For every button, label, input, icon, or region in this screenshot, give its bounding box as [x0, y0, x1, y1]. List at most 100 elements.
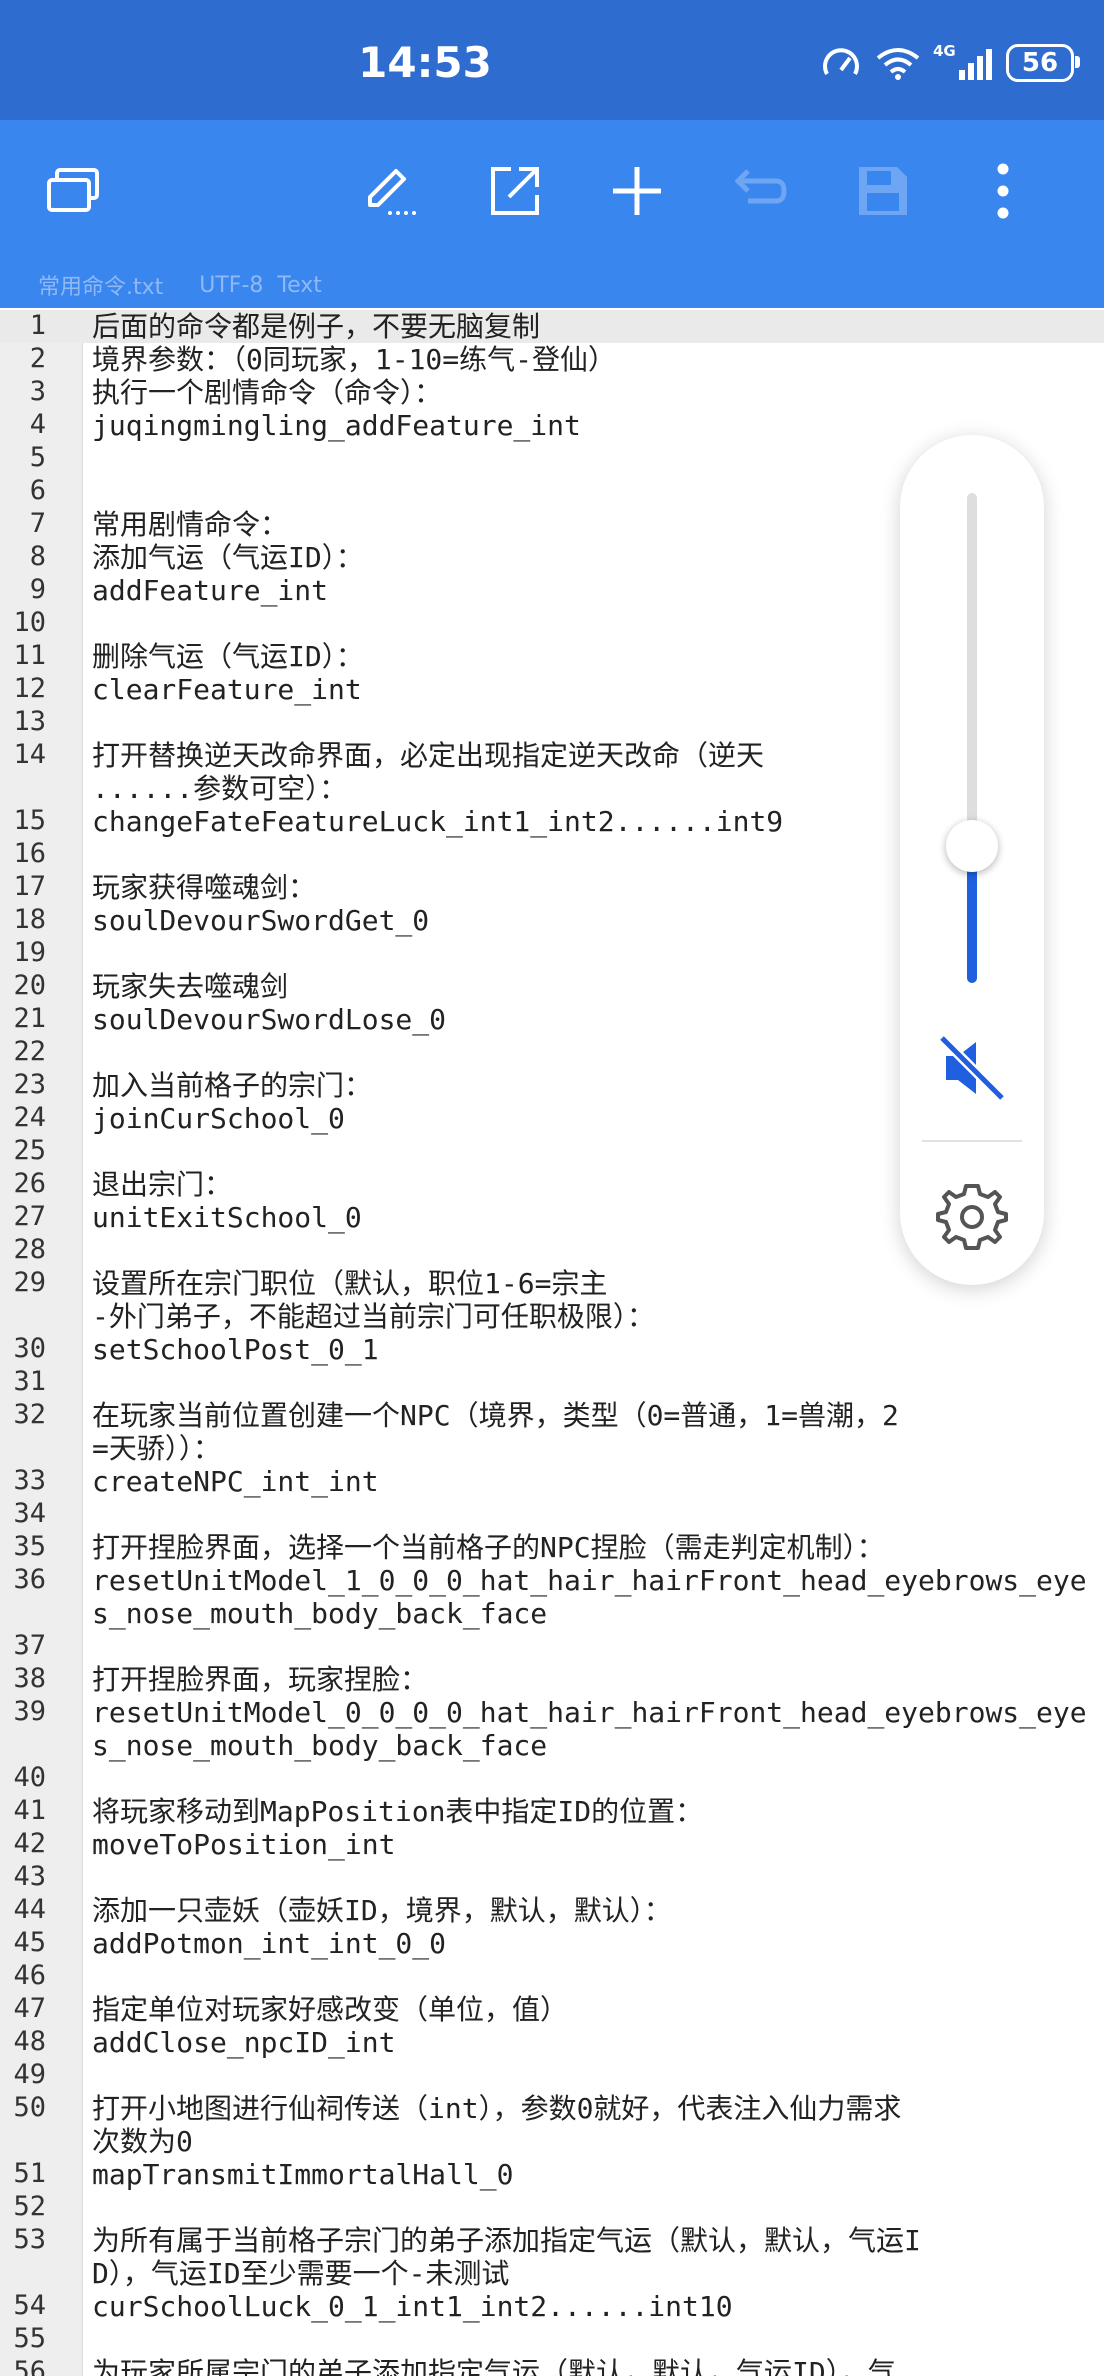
line-text: 指定单位对玩家好感改变（单位，值）	[92, 1993, 569, 2026]
editor-line[interactable]: 1 后面的命令都是例子，不要无脑复制	[0, 310, 1104, 343]
line-number: 18	[13, 904, 46, 935]
file-encoding: UTF-8	[199, 272, 264, 298]
line-text: curSchoolLuck_0_1_int1_int2......int10	[92, 2290, 733, 2323]
line-number: 52	[13, 2191, 46, 2222]
editor-line[interactable]: 52	[0, 2191, 1104, 2224]
add-button[interactable]	[602, 156, 672, 226]
editor-line[interactable]: 45 addPotmon_int_int_0_0	[0, 1927, 1104, 1960]
editor-line[interactable]: 44 添加一只壶妖（壶妖ID，境界，默认，默认）：	[0, 1894, 1104, 1927]
add-icon	[613, 167, 661, 215]
editor-line[interactable]: 54 curSchoolLuck_0_1_int1_int2......int10	[0, 2290, 1104, 2323]
editor-line[interactable]: 39 resetUnitModel_0_0_0_0_hat_hair_hairFr…	[0, 1696, 1104, 1762]
status-time: 14:53	[358, 38, 492, 87]
line-number: 28	[13, 1234, 46, 1265]
line-number: 36	[13, 1564, 46, 1595]
line-number: 30	[13, 1333, 46, 1364]
editor-line[interactable]: 30 setSchoolPost_0_1	[0, 1333, 1104, 1366]
line-number: 19	[13, 937, 46, 968]
sound-settings-button[interactable]	[936, 1180, 1008, 1252]
line-number: 25	[13, 1135, 46, 1166]
editor-line[interactable]: 31	[0, 1366, 1104, 1399]
editor-line[interactable]: 53 为所有属于当前格子宗门的弟子添加指定气运（默认，默认，气运I D），气运ID…	[0, 2224, 1104, 2290]
line-number: 31	[13, 1366, 46, 1397]
undo-button[interactable]	[725, 156, 795, 226]
editor-line[interactable]: 2 境界参数：（0同玩家，1-10=练气-登仙）	[0, 343, 1104, 376]
line-text: addClose_npcID_int	[92, 2026, 396, 2059]
battery-indicator: 56	[1006, 44, 1080, 82]
line-number: 27	[13, 1201, 46, 1232]
editor-line[interactable]: 46	[0, 1960, 1104, 1993]
line-text: 打开捏脸界面，玩家捏脸：	[92, 1663, 429, 1696]
line-number: 13	[13, 706, 46, 737]
line-number: 6	[29, 475, 46, 506]
line-number: 24	[13, 1102, 46, 1133]
toolbar	[0, 120, 1104, 262]
line-number: 40	[13, 1762, 46, 1793]
more-button[interactable]	[968, 156, 1038, 226]
line-text: 后面的命令都是例子，不要无脑复制	[92, 310, 541, 343]
tabs-button[interactable]	[38, 156, 108, 226]
editor-line[interactable]: 48 addClose_npcID_int	[0, 2026, 1104, 2059]
line-text: 在玩家当前位置创建一个NPC（境界，类型（0=普通，1=兽潮，2 =天骄））：	[92, 1399, 899, 1465]
line-number: 38	[13, 1663, 46, 1694]
editor-line[interactable]: 3 执行一个剧情命令（命令）：	[0, 376, 1104, 409]
save-button[interactable]	[848, 156, 918, 226]
status-icons: 4G 56	[821, 42, 1080, 82]
mute-button[interactable]	[934, 1030, 1010, 1106]
line-text: resetUnitModel_0_0_0_0_hat_hair_hairFron…	[92, 1696, 1087, 1762]
line-text: 为玩家所属宗门的弟子添加指定气运（默认，默认，气运ID），气	[92, 2356, 896, 2376]
open-external-button[interactable]	[480, 156, 550, 226]
line-number: 43	[13, 1861, 46, 1892]
editor-line[interactable]: 35 打开捏脸界面，选择一个当前格子的NPC捏脸（需走判定机制）：	[0, 1531, 1104, 1564]
editor-line[interactable]: 4 juqingmingling_addFeature_int	[0, 409, 1104, 442]
line-number: 42	[13, 1828, 46, 1859]
editor-line[interactable]: 41 将玩家移动到MapPosition表中指定ID的位置：	[0, 1795, 1104, 1828]
line-text: setSchoolPost_0_1	[92, 1333, 379, 1366]
line-number: 2	[29, 343, 46, 374]
speed-icon	[823, 48, 859, 75]
editor-line[interactable]: 32 在玩家当前位置创建一个NPC（境界，类型（0=普通，1=兽潮，2 =天骄））…	[0, 1399, 1104, 1465]
line-number: 41	[13, 1795, 46, 1826]
editor-line[interactable]: 34	[0, 1498, 1104, 1531]
editor-line[interactable]: 40	[0, 1762, 1104, 1795]
line-number: 51	[13, 2158, 46, 2189]
line-number: 49	[13, 2059, 46, 2090]
editor-line[interactable]: 56 为玩家所属宗门的弟子添加指定气运（默认，默认，气运ID），气	[0, 2356, 1104, 2376]
editor-line[interactable]: 51 mapTransmitImmortalHall_0	[0, 2158, 1104, 2191]
line-number: 5	[29, 442, 46, 473]
line-number: 32	[13, 1399, 46, 1430]
editor-line[interactable]: 55	[0, 2323, 1104, 2356]
line-text: addPotmon_int_int_0_0	[92, 1927, 447, 1960]
line-text: 将玩家移动到MapPosition表中指定ID的位置：	[92, 1795, 704, 1828]
edit-button[interactable]	[355, 156, 425, 226]
edit-icon	[368, 169, 416, 215]
editor-line[interactable]: 38 打开捏脸界面，玩家捏脸：	[0, 1663, 1104, 1696]
signal-icon: 4G	[933, 42, 992, 80]
open-external-icon	[491, 167, 539, 215]
editor-line[interactable]: 43	[0, 1861, 1104, 1894]
editor-line[interactable]: 37	[0, 1630, 1104, 1663]
line-number: 39	[13, 1696, 46, 1727]
line-number: 54	[13, 2290, 46, 2321]
battery-level: 56	[1021, 48, 1059, 78]
line-text: 境界参数：（0同玩家，1-10=练气-登仙）	[92, 343, 617, 376]
line-text: 打开捏脸界面，选择一个当前格子的NPC捏脸（需走判定机制）：	[92, 1531, 885, 1564]
volume-panel	[900, 435, 1044, 1285]
line-number: 47	[13, 1993, 46, 2024]
line-text: createNPC_int_int	[92, 1465, 379, 1498]
status-bar: 14:53 4G 56	[0, 0, 1104, 120]
editor-line[interactable]: 49	[0, 2059, 1104, 2092]
editor-line[interactable]: 42 moveToPosition_int	[0, 1828, 1104, 1861]
volume-slider-thumb[interactable]	[946, 820, 998, 872]
network-type-label: 4G	[933, 42, 956, 60]
editor-line[interactable]: 36 resetUnitModel_1_0_0_0_hat_hair_hairFr…	[0, 1564, 1104, 1630]
line-number: 7	[29, 508, 46, 539]
file-info-bar: 常用命令.txt UTF-8 Text	[0, 262, 1104, 308]
editor-line[interactable]: 47 指定单位对玩家好感改变（单位，值）	[0, 1993, 1104, 2026]
line-number: 20	[13, 970, 46, 1001]
line-text: mapTransmitImmortalHall_0	[92, 2158, 514, 2191]
line-number: 14	[13, 739, 46, 770]
editor-line[interactable]: 33 createNPC_int_int	[0, 1465, 1104, 1498]
line-number: 53	[13, 2224, 46, 2255]
editor-line[interactable]: 50 打开小地图进行仙祠传送（int），参数0就好，代表注入仙力需求 次数为0	[0, 2092, 1104, 2158]
